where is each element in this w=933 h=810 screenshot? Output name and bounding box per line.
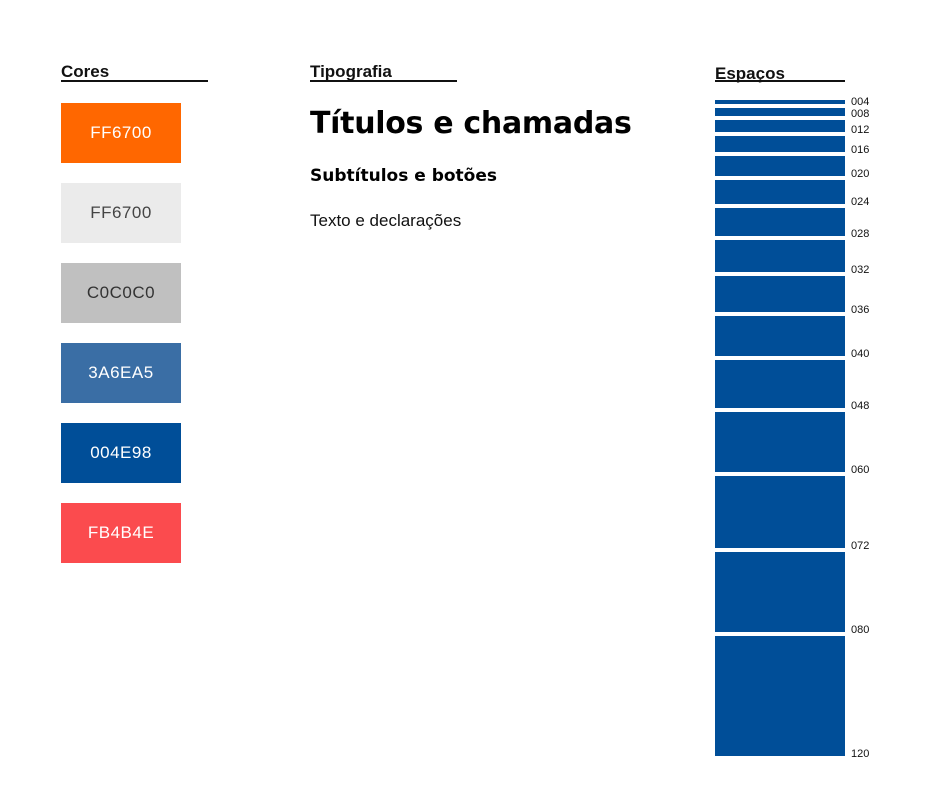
spacing-label: 028: [851, 228, 869, 240]
spacing-bar: [715, 552, 845, 632]
spacing-bar: [715, 136, 845, 152]
spacing-label: 120: [851, 748, 869, 760]
spacing-bar: [715, 180, 845, 204]
spacing-label: 048: [851, 400, 869, 412]
spacing-label: 072: [851, 540, 869, 552]
spacing-label: 020: [851, 168, 869, 180]
spacing-bar: [715, 276, 845, 312]
spacing-bar: [715, 476, 845, 548]
spacing-label: 032: [851, 264, 869, 276]
spacing-label: 004: [851, 96, 869, 108]
spacing-label: 016: [851, 144, 869, 156]
spacing-bar: [715, 120, 845, 132]
spacing-label: 040: [851, 348, 869, 360]
spacing-bar: [715, 240, 845, 272]
spacing-bar: [715, 208, 845, 236]
spacing-bar: [715, 156, 845, 176]
spacing-label: 012: [851, 124, 869, 136]
spacing-bar: [715, 412, 845, 472]
spacing-label: 036: [851, 304, 869, 316]
spacing-label: 008: [851, 108, 869, 120]
spacing-scale: 004008 012 016 020 024 028 032 036 040 048 060 072 0…: [715, 96, 869, 760]
spacing-label: 080: [851, 624, 869, 636]
spacing-label: 060: [851, 464, 869, 476]
spacing-bar: [715, 100, 845, 104]
spacing-bar: [715, 360, 845, 408]
spacing-label: 024: [851, 196, 869, 208]
spacing-bar: [715, 316, 845, 356]
spacing-bar: [715, 108, 845, 116]
spacing-bar: [715, 636, 845, 756]
